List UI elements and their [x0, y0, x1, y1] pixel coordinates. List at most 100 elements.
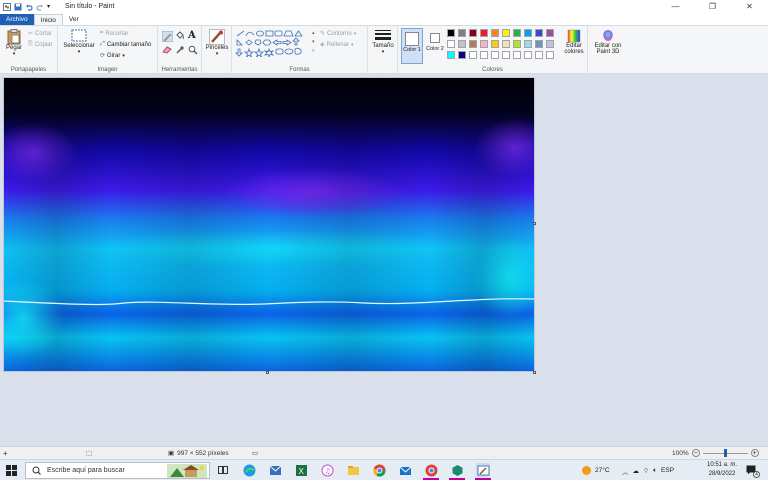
palette-swatch[interactable] [458, 40, 466, 48]
hexagon-app-icon[interactable] [450, 463, 464, 477]
edit-with-paint3d-button[interactable]: Editar con Paint 3D [590, 29, 626, 55]
edit-colors-label: Editar colores [564, 43, 584, 55]
palette-swatch[interactable] [546, 40, 554, 48]
wifi-icon[interactable]: ⌔ [643, 466, 649, 475]
task-view-icon[interactable] [216, 463, 230, 477]
palette-swatch[interactable] [447, 29, 455, 37]
close-button[interactable]: ✕ [731, 0, 768, 13]
edit-colors-button[interactable]: Editar colores [561, 29, 587, 55]
palette-swatch[interactable] [491, 29, 499, 37]
file-explorer-icon[interactable] [346, 463, 360, 477]
palette-swatch[interactable] [447, 51, 455, 59]
tab-ver[interactable]: Ver [63, 14, 85, 25]
weather-temperature[interactable]: 27°C [595, 467, 610, 474]
palette-swatch[interactable] [458, 29, 466, 37]
chrome-icon[interactable] [372, 463, 386, 477]
color-picker-icon[interactable] [175, 45, 185, 55]
five-point-star-shape-icon [253, 47, 265, 57]
palette-swatch[interactable] [480, 51, 488, 59]
palette-swatch[interactable] [524, 40, 532, 48]
palette-swatch[interactable] [546, 51, 554, 59]
pencil-icon[interactable] [162, 31, 173, 42]
language-indicator[interactable]: ESP [661, 467, 674, 474]
excel-icon[interactable]: X [294, 463, 308, 477]
color2-button[interactable]: Color 2 [425, 28, 445, 64]
magnifier-icon[interactable] [188, 45, 198, 55]
palette-swatch[interactable] [491, 40, 499, 48]
resize-label: Cambiar tamaño [106, 41, 152, 48]
palette-swatch[interactable] [535, 29, 543, 37]
mail-app-icon[interactable] [268, 463, 282, 477]
customize-toolbar-chevron-icon[interactable]: ▾ [47, 3, 55, 11]
undo-icon[interactable] [25, 3, 33, 11]
palette-swatch[interactable] [513, 29, 521, 37]
cut-button[interactable]: ✂ Cortar [28, 30, 52, 38]
paint-taskbar-icon[interactable] [476, 463, 490, 477]
taskbar-search[interactable]: Escribe aquí para buscar [25, 462, 210, 479]
zoom-slider-thumb[interactable] [723, 449, 727, 457]
shapes-gallery[interactable] [235, 29, 315, 57]
shapes-scroll[interactable]: ▴ ▾ ▿ [312, 29, 315, 56]
tab-archivo[interactable]: Archivo [0, 14, 34, 25]
taskbar: Escribe aquí para buscar X ♫ 27°C ︿ ☁ ⌔ … [0, 459, 768, 480]
palette-swatch[interactable] [469, 51, 477, 59]
palette-swatch[interactable] [535, 40, 543, 48]
rotate-button[interactable]: ⟳ Girar ▾ [100, 52, 125, 60]
palette-swatch[interactable] [513, 40, 521, 48]
palette-swatch[interactable] [458, 51, 466, 59]
fill-button[interactable]: ◈ Rellenar ▾ [320, 41, 354, 49]
palette-swatch[interactable] [535, 51, 543, 59]
palette-swatch[interactable] [480, 40, 488, 48]
crop-button[interactable]: ⌗ Recortar [100, 30, 128, 37]
save-icon[interactable] [14, 3, 22, 11]
redo-icon[interactable] [36, 3, 44, 11]
outline-button[interactable]: ✎ Contorno ▾ [320, 30, 356, 38]
palette-swatch[interactable] [480, 29, 488, 37]
palette-swatch[interactable] [447, 40, 455, 48]
eraser-icon[interactable] [162, 46, 172, 54]
zoom-out-icon[interactable]: − [691, 449, 700, 457]
outline-label: Contorno [327, 30, 352, 37]
palette-swatch[interactable] [502, 51, 510, 59]
mail-envelope-icon[interactable] [398, 463, 412, 477]
fill-bucket-icon[interactable] [175, 31, 185, 41]
palette-swatch[interactable] [469, 29, 477, 37]
weather-sun-icon[interactable] [582, 466, 591, 475]
zoom-in-icon[interactable]: + [750, 449, 759, 457]
zoom-level: 100% [672, 449, 689, 457]
color1-button[interactable]: Color 1 [401, 28, 423, 64]
palette-swatch[interactable] [524, 51, 532, 59]
show-hidden-icons-chevron-icon[interactable]: ︿ [622, 466, 629, 476]
resize-handle-bottom[interactable] [266, 371, 269, 374]
resize-button[interactable]: ⤢ Cambiar tamaño [100, 41, 151, 48]
palette-swatch[interactable] [546, 29, 554, 37]
maximize-button[interactable]: ❐ [694, 0, 731, 13]
palette-swatch[interactable] [513, 51, 521, 59]
palette-swatch[interactable] [524, 29, 532, 37]
palette-swatch[interactable] [502, 40, 510, 48]
resize-handle-corner[interactable] [533, 371, 536, 374]
windows-start-icon[interactable] [6, 465, 17, 476]
resize-handle-right[interactable] [533, 222, 536, 225]
paste-button[interactable]: Pegar ▾ [4, 29, 24, 57]
brushes-button[interactable]: Pinceles ▾ [204, 29, 230, 57]
onedrive-icon[interactable]: ☁ [633, 467, 640, 475]
clock[interactable]: 10:51 a. m. 28/9/2022 [704, 461, 740, 479]
palette-swatch[interactable] [469, 40, 477, 48]
copy-button[interactable]: ⎘ Copiar [28, 41, 53, 48]
size-button[interactable]: Tamaño ▾ [370, 29, 396, 55]
zoom-slider[interactable] [702, 449, 748, 457]
text-tool-icon[interactable]: A [188, 30, 196, 41]
tab-inicio[interactable]: Inicio [33, 14, 63, 25]
zoom-controls: 100% − + [672, 449, 759, 457]
select-button[interactable]: Seleccionar ▾ [62, 29, 96, 55]
palette-swatch[interactable] [502, 29, 510, 37]
volume-icon[interactable]: 🔈︎ [653, 467, 657, 475]
edge-icon[interactable] [242, 463, 256, 477]
chrome-profile-icon[interactable] [424, 463, 438, 477]
notifications-button[interactable]: 4 [746, 465, 760, 478]
drawing-canvas[interactable] [3, 77, 535, 372]
itunes-icon[interactable]: ♫ [320, 463, 334, 477]
minimize-button[interactable]: — [657, 0, 694, 13]
palette-swatch[interactable] [491, 51, 499, 59]
